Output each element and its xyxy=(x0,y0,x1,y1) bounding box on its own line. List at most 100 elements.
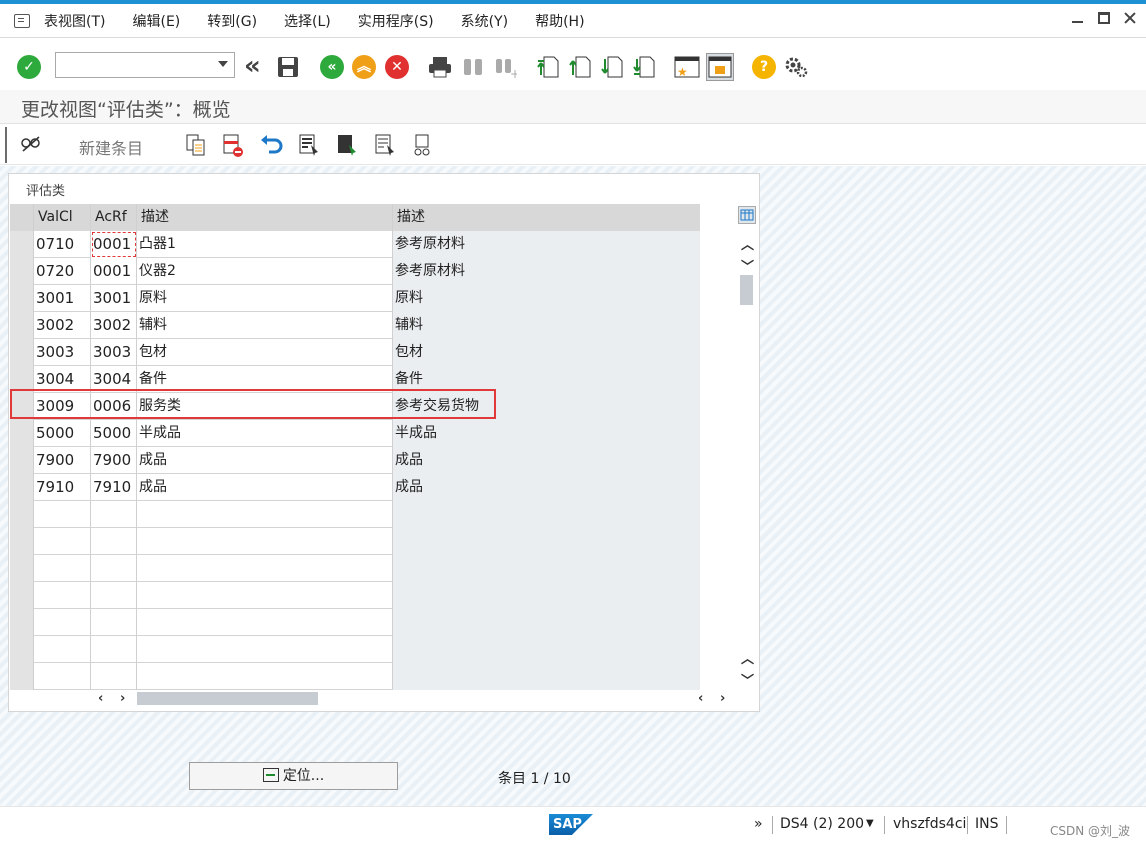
row-selector[interactable] xyxy=(10,609,34,636)
new-entries-button[interactable]: 新建条目 xyxy=(79,135,143,159)
scroll-right-icon[interactable]: › xyxy=(120,691,125,706)
row-selector[interactable] xyxy=(10,555,34,582)
cell-description[interactable]: 成品 xyxy=(137,447,393,474)
scroll-page-down-icon[interactable]: ﹀ xyxy=(741,670,754,689)
cell-acrf[interactable] xyxy=(91,663,137,690)
system-menu-icon[interactable] xyxy=(14,13,30,28)
back-icon[interactable]: « xyxy=(320,55,344,79)
cell-valcl[interactable] xyxy=(34,609,91,636)
scroll-right-end-icon[interactable]: › xyxy=(720,691,725,706)
undo-icon[interactable] xyxy=(260,133,283,157)
row-selector[interactable] xyxy=(10,447,34,474)
shortcut-icon[interactable] xyxy=(706,53,734,81)
menu-goto[interactable]: 转到(G) xyxy=(207,11,257,31)
row-selector[interactable] xyxy=(10,420,34,447)
cell-acrf[interactable]: 0001 xyxy=(91,258,137,285)
cell-description[interactable]: 包材 xyxy=(137,339,393,366)
delete-icon[interactable] xyxy=(222,133,244,157)
cell-valcl[interactable]: 0720 xyxy=(34,258,91,285)
cell-valcl[interactable]: 7900 xyxy=(34,447,91,474)
create-session-icon[interactable]: ★ xyxy=(674,55,700,79)
menu-help[interactable]: 帮助(H) xyxy=(535,11,584,31)
cancel-icon[interactable]: ✕ xyxy=(385,55,409,79)
cell-valcl[interactable] xyxy=(34,663,91,690)
double-left-icon[interactable]: « xyxy=(244,53,268,79)
menu-utilities[interactable]: 实用程序(S) xyxy=(358,11,434,31)
cell-description[interactable]: 仪器2 xyxy=(137,258,393,285)
last-page-icon[interactable] xyxy=(632,55,656,79)
table-row[interactable]: 3003 3003 包材 包材 xyxy=(10,339,700,366)
column-header-acrf[interactable]: AcRf xyxy=(91,204,137,231)
cell-valcl[interactable] xyxy=(34,528,91,555)
select-block-icon[interactable] xyxy=(336,133,358,157)
cell-acrf[interactable]: 3003 xyxy=(91,339,137,366)
deselect-all-icon[interactable] xyxy=(374,133,396,157)
cell-description[interactable] xyxy=(137,636,393,663)
cell-acrf[interactable] xyxy=(91,555,137,582)
table-row[interactable]: 3001 3001 原料 原料 xyxy=(10,285,700,312)
cell-valcl[interactable]: 0710 xyxy=(34,231,91,258)
cell-valcl[interactable] xyxy=(34,582,91,609)
table-empty-row[interactable] xyxy=(10,528,700,555)
table-row[interactable]: 0720 0001 仪器2 参考原材料 xyxy=(10,258,700,285)
cell-acrf[interactable] xyxy=(91,528,137,555)
column-header-description-2[interactable]: 描述 xyxy=(393,204,700,231)
cell-description[interactable]: 原料 xyxy=(137,285,393,312)
find-next-icon[interactable]: + xyxy=(493,55,520,81)
scroll-left-icon[interactable]: ‹ xyxy=(98,691,103,706)
scroll-left-end-icon[interactable]: ‹ xyxy=(698,691,703,706)
close-icon[interactable] xyxy=(1124,12,1136,24)
system-info-chevron-icon[interactable]: ▼ xyxy=(866,818,874,829)
print-icon[interactable] xyxy=(427,55,451,79)
cell-acrf[interactable]: 7900 xyxy=(91,447,137,474)
menu-table-view[interactable]: 表视图(T) xyxy=(44,11,105,31)
cell-acrf[interactable] xyxy=(91,501,137,528)
cell-acrf[interactable] xyxy=(91,582,137,609)
select-all-cell[interactable] xyxy=(10,204,34,231)
display-change-icon[interactable] xyxy=(20,133,42,157)
chevron-down-icon[interactable] xyxy=(218,61,228,67)
table-row[interactable]: 7900 7900 成品 成品 xyxy=(10,447,700,474)
cell-description[interactable] xyxy=(137,528,393,555)
cell-acrf[interactable]: 3001 xyxy=(91,285,137,312)
row-selector[interactable] xyxy=(10,231,34,258)
minimize-icon[interactable] xyxy=(1072,12,1084,24)
row-selector[interactable] xyxy=(10,663,34,690)
cell-acrf[interactable]: 0001 xyxy=(91,231,137,258)
exit-icon[interactable]: ︽ xyxy=(352,55,376,79)
menu-system[interactable]: 系统(Y) xyxy=(461,11,508,31)
cell-description[interactable]: 成品 xyxy=(137,474,393,501)
cell-valcl[interactable]: 5000 xyxy=(34,420,91,447)
cell-description[interactable] xyxy=(137,582,393,609)
cell-valcl[interactable] xyxy=(34,555,91,582)
horizontal-scroll-thumb[interactable] xyxy=(137,692,318,705)
status-expand-button[interactable]: » xyxy=(754,816,763,832)
command-field[interactable] xyxy=(55,52,235,78)
cell-acrf[interactable]: 7910 xyxy=(91,474,137,501)
cell-description[interactable]: 半成品 xyxy=(137,420,393,447)
row-selector[interactable] xyxy=(10,528,34,555)
copy-as-icon[interactable] xyxy=(185,133,207,157)
cell-acrf[interactable]: 5000 xyxy=(91,420,137,447)
settings-gear-icon[interactable] xyxy=(784,55,808,79)
table-empty-row[interactable] xyxy=(10,555,700,582)
row-selector[interactable] xyxy=(10,258,34,285)
cell-valcl[interactable]: 3001 xyxy=(34,285,91,312)
table-empty-row[interactable] xyxy=(10,609,700,636)
cell-acrf[interactable]: 3002 xyxy=(91,312,137,339)
help-icon[interactable]: ? xyxy=(752,55,776,79)
column-header-valcl[interactable]: ValCl xyxy=(34,204,91,231)
first-page-icon[interactable] xyxy=(536,55,560,79)
menu-selection[interactable]: 选择(L) xyxy=(284,11,331,31)
cell-description[interactable]: 凸器1 xyxy=(137,231,393,258)
row-selector[interactable] xyxy=(10,474,34,501)
cell-description[interactable]: 辅料 xyxy=(137,312,393,339)
row-selector[interactable] xyxy=(10,636,34,663)
table-empty-row[interactable] xyxy=(10,663,700,690)
row-selector[interactable] xyxy=(10,339,34,366)
cell-description[interactable] xyxy=(137,501,393,528)
column-header-description[interactable]: 描述 xyxy=(137,204,393,231)
table-empty-row[interactable] xyxy=(10,501,700,528)
find-icon[interactable] xyxy=(461,55,485,79)
scroll-up-icon[interactable]: ︿ xyxy=(741,234,754,253)
